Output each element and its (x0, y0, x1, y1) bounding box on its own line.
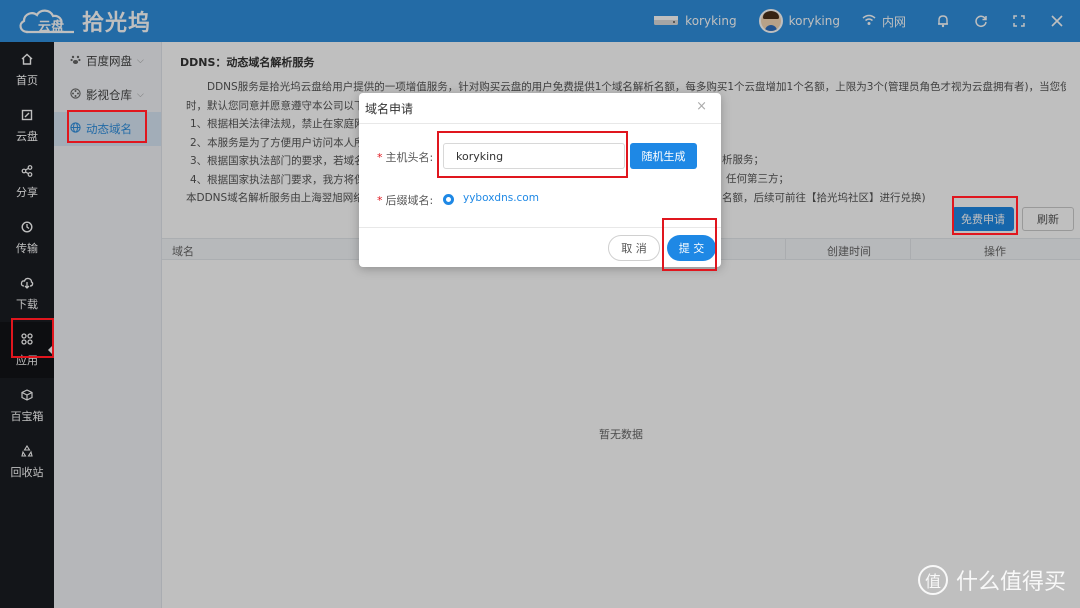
dialog-divider (359, 227, 721, 228)
suffix-label-text: 后缀域名: (385, 194, 434, 207)
random-generate-button[interactable]: 随机生成 (630, 143, 697, 169)
submit-button[interactable]: 提 交 (667, 235, 716, 261)
cancel-button[interactable]: 取 消 (608, 235, 660, 261)
dialog-title: 域名申请 (365, 102, 414, 116)
suffix-domain-option[interactable]: yyboxdns.com (463, 192, 539, 204)
watermark-text: 什么值得买 (955, 570, 1066, 595)
watermark: 值 什么值得买 (917, 564, 1066, 596)
domain-apply-dialog: 域名申请 × *主机头名: 随机生成 *后缀域名: yyboxdns.com 取… (359, 93, 721, 267)
dialog-divider (359, 123, 721, 124)
suffix-label: * 后缀域名: (377, 194, 434, 207)
suffix-radio[interactable] (443, 194, 454, 205)
host-label-text: 主机头名: (385, 151, 434, 164)
host-name-input[interactable] (443, 143, 625, 169)
modal-overlay[interactable] (0, 0, 1080, 608)
watermark-logo-icon: 值 (917, 565, 948, 595)
close-icon[interactable]: × (696, 99, 707, 114)
host-label: * 主机头名: (377, 151, 434, 164)
